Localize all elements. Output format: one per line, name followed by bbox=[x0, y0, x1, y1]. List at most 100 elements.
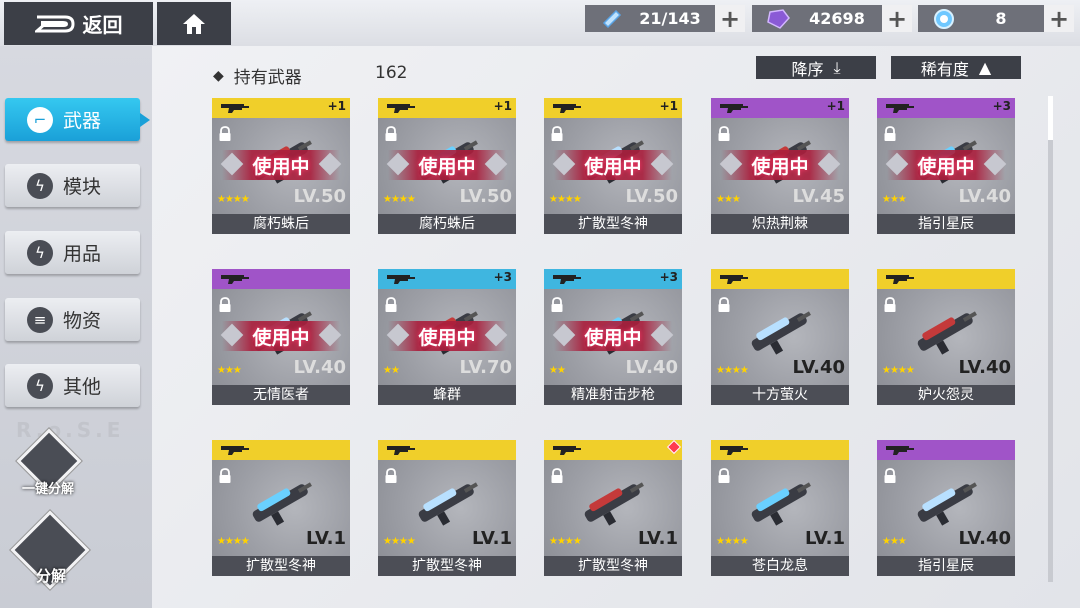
weapon-type-icon bbox=[720, 446, 748, 455]
bolt-icon: ϟ bbox=[27, 172, 53, 199]
weapon-card[interactable]: ★★★★ LV.1 扩散型冬神 bbox=[544, 440, 682, 576]
home-button[interactable] bbox=[157, 2, 231, 45]
bolt-icon: ϟ bbox=[27, 239, 53, 266]
weapon-art: 使用中 ★★★★ LV.50 bbox=[544, 118, 682, 214]
crystal-value: 42698 bbox=[809, 9, 865, 28]
weapon-name: 扩散型冬神 bbox=[544, 556, 682, 576]
in-use-badge: 使用中 bbox=[388, 150, 506, 180]
tab-modules[interactable]: ϟ 模块 bbox=[5, 164, 140, 207]
weapon-card[interactable]: ★★★★ LV.1 扩散型冬神 bbox=[212, 440, 350, 576]
weapon-level: LV.45 bbox=[792, 186, 846, 207]
star-rating: ★★★ bbox=[217, 365, 242, 376]
quick-dismantle-label: 一键分解 bbox=[22, 482, 75, 497]
weapon-level: LV.70 bbox=[459, 357, 513, 378]
weapon-card[interactable]: ★★★★ LV.40 妒火怨灵 bbox=[877, 269, 1015, 405]
weapon-type-icon bbox=[886, 275, 914, 284]
weapon-image bbox=[584, 482, 644, 526]
orb-add-button[interactable]: + bbox=[1044, 5, 1074, 33]
crystal-icon bbox=[764, 6, 792, 32]
weapon-card[interactable]: +1 使用中 ★★★ LV.45 炽热荆棘 bbox=[711, 98, 849, 234]
weapon-card[interactable]: +3 使用中 ★★★ LV.40 指引星辰 bbox=[877, 98, 1015, 234]
weapon-image bbox=[917, 482, 977, 526]
tab-materials-label: 物资 bbox=[63, 310, 102, 332]
weapon-card[interactable]: ★★★★ LV.40 十方萤火 bbox=[711, 269, 849, 405]
star-rating: ★★★ bbox=[882, 536, 907, 547]
scroll-thumb[interactable] bbox=[1048, 96, 1053, 140]
weapon-art: 使用中 ★★ LV.40 bbox=[544, 289, 682, 385]
weapon-name: 妒火怨灵 bbox=[877, 385, 1015, 405]
weapon-type-icon bbox=[720, 104, 748, 113]
star-rating: ★★★★ bbox=[716, 536, 749, 547]
new-badge-icon bbox=[666, 440, 682, 455]
tab-others[interactable]: ϟ 其他 bbox=[5, 364, 140, 407]
weapon-art: ★★★★ LV.1 bbox=[212, 460, 350, 556]
weapon-card[interactable]: ★★★ LV.40 指引星辰 bbox=[877, 440, 1015, 576]
lock-icon bbox=[884, 468, 896, 483]
weapon-level: LV.40 bbox=[293, 357, 347, 378]
weapon-card[interactable]: +3 使用中 ★★ LV.70 蜂群 bbox=[378, 269, 516, 405]
sort-order-button[interactable]: 降序 ⤓ bbox=[756, 56, 876, 79]
weapon-type-icon bbox=[886, 446, 914, 455]
weapon-name: 炽热荆棘 bbox=[711, 214, 849, 234]
weapon-level: LV.1 bbox=[472, 528, 512, 549]
weapon-card[interactable]: ★★★★ LV.1 扩散型冬神 bbox=[378, 440, 516, 576]
star-rating: ★★★★ bbox=[716, 365, 749, 376]
in-use-badge: 使用中 bbox=[388, 321, 506, 351]
rarity-header bbox=[212, 440, 350, 460]
star-rating: ★★★★ bbox=[383, 536, 416, 547]
stack-icon: ≡ bbox=[27, 306, 53, 333]
weapon-level: LV.40 bbox=[792, 357, 846, 378]
section-header: ◆ 持有武器 bbox=[213, 63, 302, 89]
star-rating: ★★★★ bbox=[882, 365, 915, 376]
weapon-card[interactable]: +3 使用中 ★★ LV.40 精准射击步枪 bbox=[544, 269, 682, 405]
weapon-type-icon bbox=[221, 446, 249, 455]
weapon-type-icon bbox=[387, 104, 415, 113]
weapon-art: ★★★★ LV.1 bbox=[711, 460, 849, 556]
weapon-art: 使用中 ★★★★ LV.50 bbox=[378, 118, 516, 214]
weapon-card[interactable]: +1 使用中 ★★★★ LV.50 腐朽蛛后 bbox=[378, 98, 516, 234]
weapon-level: LV.50 bbox=[293, 186, 347, 207]
star-rating: ★★★★ bbox=[217, 536, 250, 547]
rarity-sort-button[interactable]: 稀有度 ▲ bbox=[891, 56, 1021, 79]
gun-icon: ⌐ bbox=[27, 106, 53, 133]
back-button[interactable]: 返回 bbox=[4, 2, 153, 45]
tab-supplies[interactable]: ϟ 用品 bbox=[5, 231, 140, 274]
weapon-art: ★★★★ LV.1 bbox=[544, 460, 682, 556]
refine-level: +1 bbox=[826, 99, 845, 113]
stamina-add-button[interactable]: + bbox=[715, 5, 745, 33]
rarity-header bbox=[711, 269, 849, 289]
refine-level: +1 bbox=[659, 99, 678, 113]
tab-materials[interactable]: ≡ 物资 bbox=[5, 298, 140, 341]
crystal-add-button[interactable]: + bbox=[882, 5, 912, 33]
in-use-badge: 使用中 bbox=[887, 150, 1005, 180]
weapon-card[interactable]: +1 使用中 ★★★★ LV.50 腐朽蛛后 bbox=[212, 98, 350, 234]
bolt-icon: ϟ bbox=[27, 372, 53, 399]
lock-icon bbox=[718, 468, 730, 483]
lock-icon bbox=[551, 468, 563, 483]
scrollbar[interactable] bbox=[1048, 96, 1053, 582]
lock-icon bbox=[551, 126, 563, 141]
watermark: R.o.S.E bbox=[16, 418, 125, 442]
tab-supplies-label: 用品 bbox=[63, 243, 102, 265]
rarity-header: +3 bbox=[877, 98, 1015, 118]
download-arrow-icon: ⤓ bbox=[833, 57, 841, 77]
weapon-art: 使用中 ★★★ LV.40 bbox=[212, 289, 350, 385]
weapon-image bbox=[917, 311, 977, 355]
weapon-name: 苍白龙息 bbox=[711, 556, 849, 576]
rarity-header bbox=[711, 440, 849, 460]
rarity-header bbox=[877, 440, 1015, 460]
lock-icon bbox=[219, 468, 231, 483]
rarity-sort-label: 稀有度 bbox=[920, 59, 969, 79]
weapon-card[interactable]: 使用中 ★★★ LV.40 无情医者 bbox=[212, 269, 350, 405]
lock-icon bbox=[551, 297, 563, 312]
weapon-card[interactable]: ★★★★ LV.1 苍白龙息 bbox=[711, 440, 849, 576]
orb-counter: 8 + bbox=[918, 5, 1074, 33]
in-use-badge: 使用中 bbox=[554, 321, 672, 351]
weapon-type-icon bbox=[221, 275, 249, 284]
stamina-icon bbox=[597, 6, 625, 32]
rarity-header bbox=[877, 269, 1015, 289]
weapon-art: ★★★★ LV.40 bbox=[877, 289, 1015, 385]
back-label: 返回 bbox=[82, 13, 123, 37]
tab-weapons[interactable]: ⌐ 武器 bbox=[5, 98, 150, 141]
weapon-card[interactable]: +1 使用中 ★★★★ LV.50 扩散型冬神 bbox=[544, 98, 682, 234]
